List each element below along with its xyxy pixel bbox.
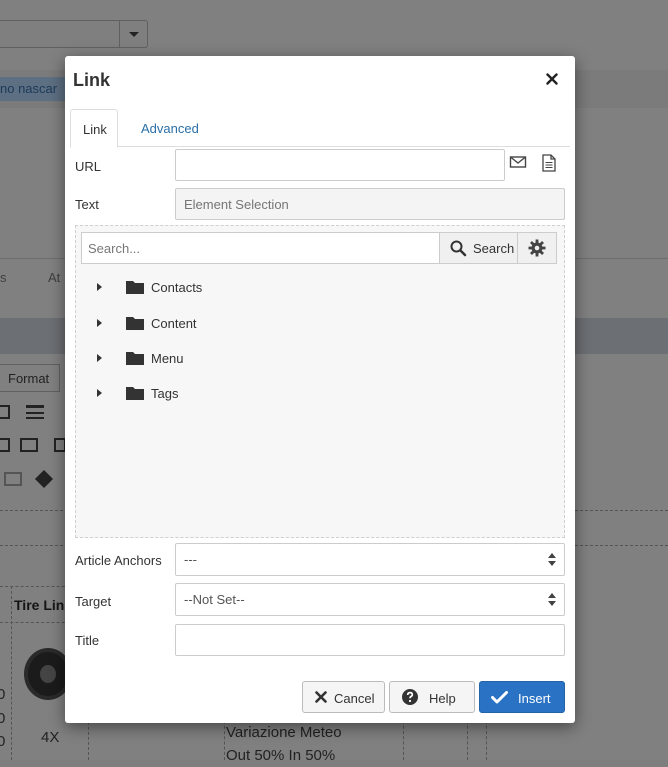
email-link-button[interactable] bbox=[509, 154, 531, 176]
tab-link[interactable]: Link bbox=[70, 109, 118, 148]
folder-icon bbox=[126, 281, 144, 294]
bg-tag: no nascar bbox=[0, 77, 66, 101]
select-arrows-icon bbox=[548, 553, 556, 567]
expand-caret-icon[interactable] bbox=[97, 389, 102, 397]
folder-icon bbox=[126, 317, 144, 330]
bg-quantity: 4X bbox=[41, 729, 60, 746]
gear-icon bbox=[528, 239, 546, 257]
document-icon bbox=[542, 154, 556, 172]
close-icon bbox=[546, 73, 558, 85]
insert-button-label: Insert bbox=[518, 691, 551, 706]
dialog-tabs: Link Advanced bbox=[70, 109, 570, 148]
bg-indent-icon bbox=[0, 405, 10, 419]
bg-grid-line bbox=[11, 586, 12, 760]
bg-description: Variazione Meteo Out 50% In 50% bbox=[226, 721, 342, 767]
help-button-label: Help bbox=[429, 691, 456, 706]
checkmark-icon bbox=[491, 691, 508, 704]
target-select[interactable]: --Not Set-- bbox=[175, 583, 565, 616]
target-select-value: --Not Set-- bbox=[184, 592, 245, 607]
folder-icon bbox=[126, 387, 144, 400]
insert-button[interactable]: Insert bbox=[479, 681, 565, 713]
file-link-button[interactable] bbox=[541, 154, 563, 176]
tree-folder-label: Content bbox=[151, 316, 197, 331]
browser-search-input[interactable]: Search... bbox=[81, 232, 440, 264]
browser-settings-button[interactable] bbox=[517, 232, 557, 264]
help-button[interactable]: Help bbox=[389, 681, 475, 713]
text-label: Text bbox=[75, 197, 99, 212]
tree-folder-label: Contacts bbox=[151, 280, 203, 295]
tree-folder-label: Tags bbox=[151, 386, 179, 401]
anchors-select[interactable]: --- bbox=[175, 543, 565, 576]
bg-row-number: 0 bbox=[0, 733, 6, 750]
bg-description-line: Variazione Meteo bbox=[226, 724, 342, 741]
bg-row-number: 0 bbox=[0, 686, 6, 703]
tree-folder-menu[interactable]: Menu bbox=[90, 348, 290, 370]
anchors-select-value: --- bbox=[184, 552, 197, 567]
dialog-title: Link bbox=[73, 70, 111, 90]
bg-description-line: Out 50% In 50% bbox=[226, 747, 336, 764]
bg-tab-at: At bbox=[48, 270, 61, 285]
tab-advanced[interactable]: Advanced bbox=[126, 109, 214, 147]
link-browser: Search... Search Contacts Content Menu T… bbox=[75, 225, 565, 538]
bg-table-header: Tire Lin bbox=[14, 597, 65, 613]
anchors-label: Article Anchors bbox=[75, 553, 162, 568]
search-icon bbox=[450, 240, 467, 257]
bg-divider bbox=[0, 586, 75, 587]
bg-remove-icon bbox=[4, 472, 22, 486]
url-label: URL bbox=[75, 159, 102, 174]
url-input[interactable] bbox=[175, 149, 505, 181]
target-label: Target bbox=[75, 594, 112, 609]
folder-icon bbox=[126, 352, 144, 365]
search-button-label: Search bbox=[473, 241, 515, 256]
expand-caret-icon[interactable] bbox=[97, 319, 102, 327]
close-button[interactable] bbox=[545, 71, 559, 87]
bg-table-icon bbox=[0, 438, 10, 452]
bg-select-chevron-icon bbox=[119, 21, 147, 47]
bg-format-select: Format bbox=[0, 364, 60, 392]
bg-tab-s: s bbox=[0, 270, 7, 285]
bg-row-number: 0 bbox=[0, 710, 6, 727]
link-dialog: Link Link Advanced URL Text Search... bbox=[65, 56, 575, 723]
bg-table-insert-icon bbox=[20, 438, 38, 452]
bg-divider bbox=[0, 622, 75, 623]
tree-folder-content[interactable]: Content bbox=[90, 313, 290, 335]
text-input[interactable] bbox=[175, 188, 565, 220]
question-circle-icon bbox=[402, 689, 418, 705]
title-input[interactable] bbox=[175, 624, 565, 656]
tree-folder-tags[interactable]: Tags bbox=[90, 383, 290, 405]
tree-folder-label: Menu bbox=[151, 351, 184, 366]
cancel-button[interactable]: Cancel bbox=[302, 681, 385, 713]
expand-caret-icon[interactable] bbox=[97, 354, 102, 362]
title-label: Title bbox=[75, 633, 100, 648]
expand-caret-icon[interactable] bbox=[97, 283, 102, 291]
select-arrows-icon bbox=[548, 593, 556, 607]
bg-list-icon bbox=[26, 405, 44, 419]
cancel-button-label: Cancel bbox=[334, 691, 375, 706]
envelope-icon bbox=[509, 156, 527, 168]
close-icon bbox=[315, 691, 327, 703]
browser-search-button[interactable]: Search bbox=[439, 232, 518, 264]
tree-folder-contacts[interactable]: Contacts bbox=[90, 277, 290, 299]
